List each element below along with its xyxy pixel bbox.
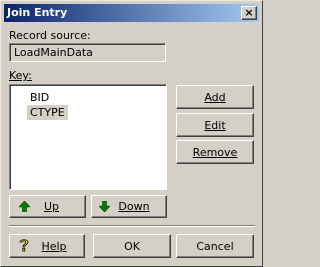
- edit-button-label: Edit: [204, 118, 226, 132]
- arrow-down-icon: [99, 201, 110, 212]
- help-button-label: Help: [41, 239, 67, 253]
- add-button-label: Add: [204, 90, 226, 104]
- record-source-label: Record source:: [9, 29, 91, 42]
- join-entry-dialog: Join Entry × Record source: LoadMainData…: [0, 0, 263, 267]
- window-title: Join Entry: [7, 6, 68, 19]
- ok-button[interactable]: OK: [93, 234, 171, 258]
- cancel-button[interactable]: Cancel: [176, 234, 254, 258]
- title-bar[interactable]: Join Entry ×: [4, 4, 259, 22]
- remove-button-label: Remove: [192, 145, 238, 159]
- add-button[interactable]: Add: [176, 85, 254, 109]
- key-label: Key:: [9, 69, 32, 82]
- record-source-field: LoadMainData: [9, 43, 166, 62]
- key-listbox[interactable]: BID CTYPE: [9, 84, 167, 190]
- close-button[interactable]: ×: [241, 6, 257, 20]
- key-list-item-bid[interactable]: BID: [27, 90, 52, 105]
- separator: [9, 225, 255, 227]
- edit-button[interactable]: Edit: [176, 113, 254, 137]
- key-list-item-ctype[interactable]: CTYPE: [27, 105, 68, 120]
- key-label-mnemonic: Key:: [9, 69, 32, 82]
- close-icon: ×: [244, 6, 254, 19]
- remove-button[interactable]: Remove: [176, 140, 254, 164]
- cancel-button-label: Cancel: [196, 239, 234, 253]
- down-button[interactable]: Down: [91, 195, 167, 218]
- up-button[interactable]: Up: [9, 195, 86, 218]
- down-button-label: Down: [118, 200, 150, 213]
- help-question-icon: [19, 239, 29, 252]
- arrow-up-icon: [19, 201, 30, 212]
- up-button-label: Up: [43, 200, 60, 213]
- help-button[interactable]: Help: [9, 234, 85, 258]
- ok-button-label: OK: [124, 239, 140, 253]
